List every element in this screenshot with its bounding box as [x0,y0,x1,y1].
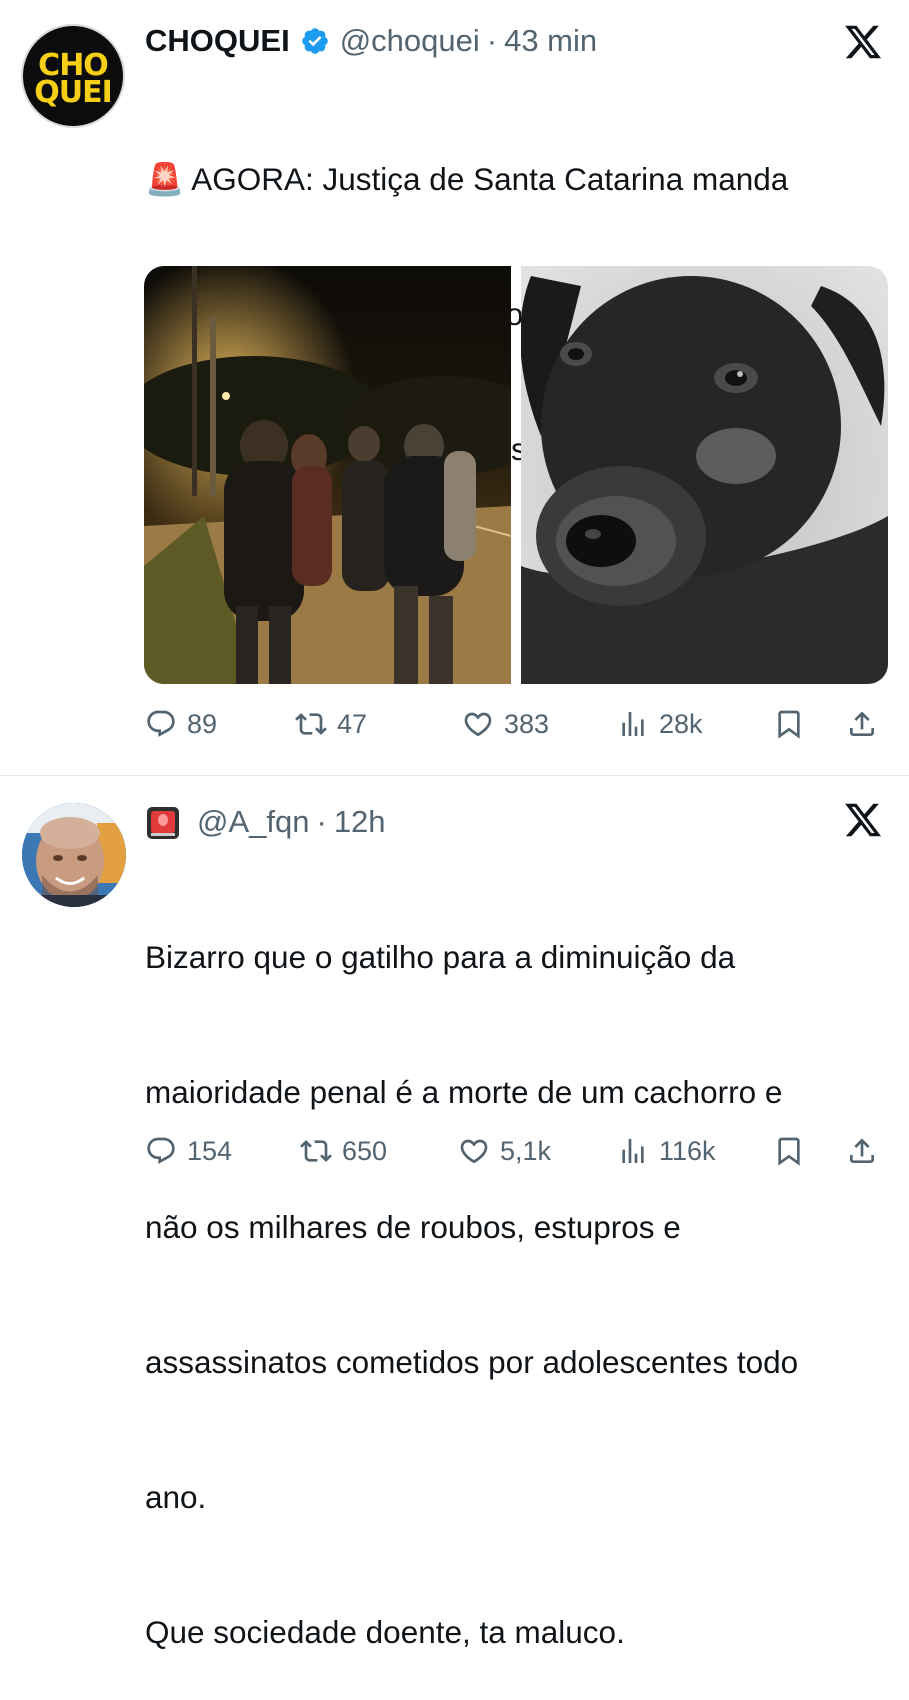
tweet-text-line: 🚨 AGORA: Justiça de Santa Catarina manda [145,161,789,197]
tweet-header: CHOQUEI @choquei · 43 min [145,21,597,61]
tweet-text-line: assassinatos cometidos por adolescentes … [145,1344,799,1380]
timestamp[interactable]: 43 min [504,23,597,59]
retweet-count: 47 [337,708,368,739]
tweet-media[interactable] [144,266,888,684]
like-button[interactable]: 383 [462,704,549,744]
x-logo-icon [845,25,882,59]
avatar-logo-line2: QUEI [34,75,113,110]
display-name[interactable]: CHOQUEI [145,23,290,59]
tweet-text-line: Que sociedade doente, ta maluco. [145,1614,625,1650]
reply-button[interactable]: 154 [145,1131,232,1171]
bookmark-icon [778,710,800,739]
x-logo-icon [845,803,882,837]
tweet2-text: Bizarro que o gatilho para a diminuição … [145,845,885,1700]
choquei-avatar[interactable]: CHO QUEI [21,24,125,128]
separator: · [316,804,327,839]
tweet-text-line: Bizarro que o gatilho para a diminuição … [145,939,736,975]
tweet2-header: @A_fqn · 12h [145,802,386,842]
share-icon [850,711,874,736]
bookmark-icon [778,1137,800,1166]
photo-dog-orelha[interactable] [521,266,888,684]
like-button[interactable]: 5,1k [458,1131,551,1171]
avatar-photo [22,803,126,907]
share-icon [850,1138,874,1163]
tweet-choquei[interactable]: CHO QUEI CHOQUEI @choquei · 43 min 🚨 AGO… [0,0,909,775]
like-count: 383 [504,708,550,739]
share-button[interactable] [846,704,878,744]
reply-icon [147,710,175,737]
retweet-button[interactable]: 47 [295,704,367,744]
heart-icon [464,712,492,737]
tweet-text-line: ano. [145,1479,207,1515]
retweet-button[interactable]: 650 [300,1131,387,1171]
retweet-icon [295,713,327,735]
afqn-avatar[interactable] [22,803,126,907]
tweet-actions: 89 47 383 28k [145,704,885,744]
views-icon [622,712,644,736]
photo-night-street[interactable] [144,266,511,684]
heart-icon [460,1139,488,1164]
views-icon [622,1139,644,1163]
timestamp[interactable]: 12h [334,804,386,840]
like-count: 5,1k [500,1135,552,1166]
retweet-count: 650 [342,1135,388,1166]
reply-icon [147,1137,175,1164]
verified-badge-icon [301,28,328,54]
bookmark-button[interactable] [773,1131,805,1171]
share-button[interactable] [846,1131,878,1171]
separator: · [486,23,498,58]
reply-count: 154 [187,1135,233,1166]
tweet-text-line: maioridade penal é a morte de um cachorr… [145,1074,783,1110]
reply-button[interactable]: 89 [145,704,217,744]
views-count: 116k [659,1135,716,1166]
views-count: 28k [659,708,703,739]
tweet2-actions: 154 650 5,1k 116k [145,1131,885,1171]
views-button[interactable]: 28k [617,704,703,744]
handle[interactable]: @A_fqn [197,804,309,840]
views-button[interactable]: 116k [617,1131,716,1171]
reply-count: 89 [187,708,218,739]
bookmark-button[interactable] [773,704,805,744]
handle[interactable]: @choquei [340,23,480,59]
retweet-icon [300,1140,332,1162]
tweet-text-line: não os milhares de roubos, estupros e [145,1209,681,1245]
siren-icon [147,807,179,839]
